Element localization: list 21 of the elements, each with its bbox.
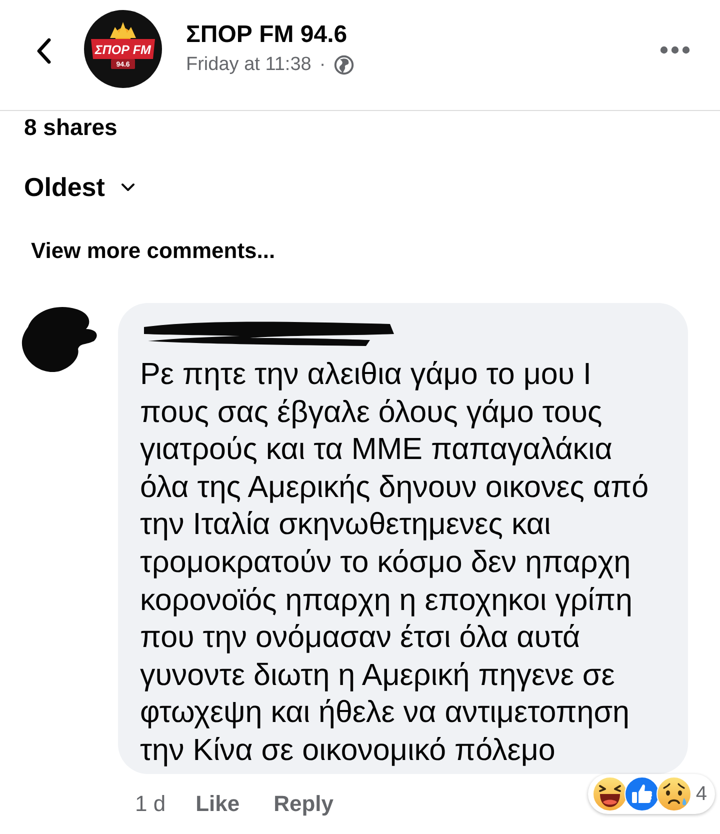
more-icon[interactable] (660, 46, 690, 54)
redacted-avatar-icon (20, 305, 100, 373)
reactions-pill[interactable]: 4 (588, 774, 715, 814)
separator-dot: · (319, 52, 326, 76)
comment-action-link[interactable]: Like (196, 790, 240, 818)
page-name[interactable]: ΣΠΟΡ FM 94.6 (186, 20, 348, 50)
logo-text: ΣΠΟΡ FM (95, 43, 151, 57)
globe-icon (334, 54, 354, 74)
sad-emoji-icon (656, 776, 692, 812)
thumbs-up-icon (624, 776, 660, 812)
caret-icon[interactable] (120, 182, 135, 192)
laughing-emoji-icon (592, 776, 628, 812)
shares-count[interactable]: 8 shares (24, 113, 118, 141)
reaction-count: 4 (696, 782, 707, 806)
comment-action-link[interactable]: Reply (274, 790, 334, 818)
comment-age: 1 d (135, 790, 166, 818)
post-timestamp: Friday at 11:38 (186, 52, 312, 76)
comment-text: Ρε πητε την αλειθια γάμο το μου Ι πους σας έβγαλε όλους γάμο τους γιατρούς και τα ΜΜΕ παπαγαλάκια όλα της Αμερικής δηνουν οικονες από την Ιταλία σκηνωθετημενες και τρομοκρατούν το κόσμο δεν ηπαρχη κορονοϊός ηπαρχη η εποχηκοι γρίπη που την ονόμασαν έτσι όλα αυτά γυνοντε διωτη η Αμερική πηγενε σε φτωχεψη και ήθελε να αντιμετοπηση την Κίνα σε οικονομικό πόλεμο (140, 356, 650, 769)
view-more-comments-link[interactable]: View more comments... (31, 237, 276, 265)
sort-label[interactable]: Oldest (24, 171, 105, 203)
back-icon[interactable] (36, 38, 52, 64)
